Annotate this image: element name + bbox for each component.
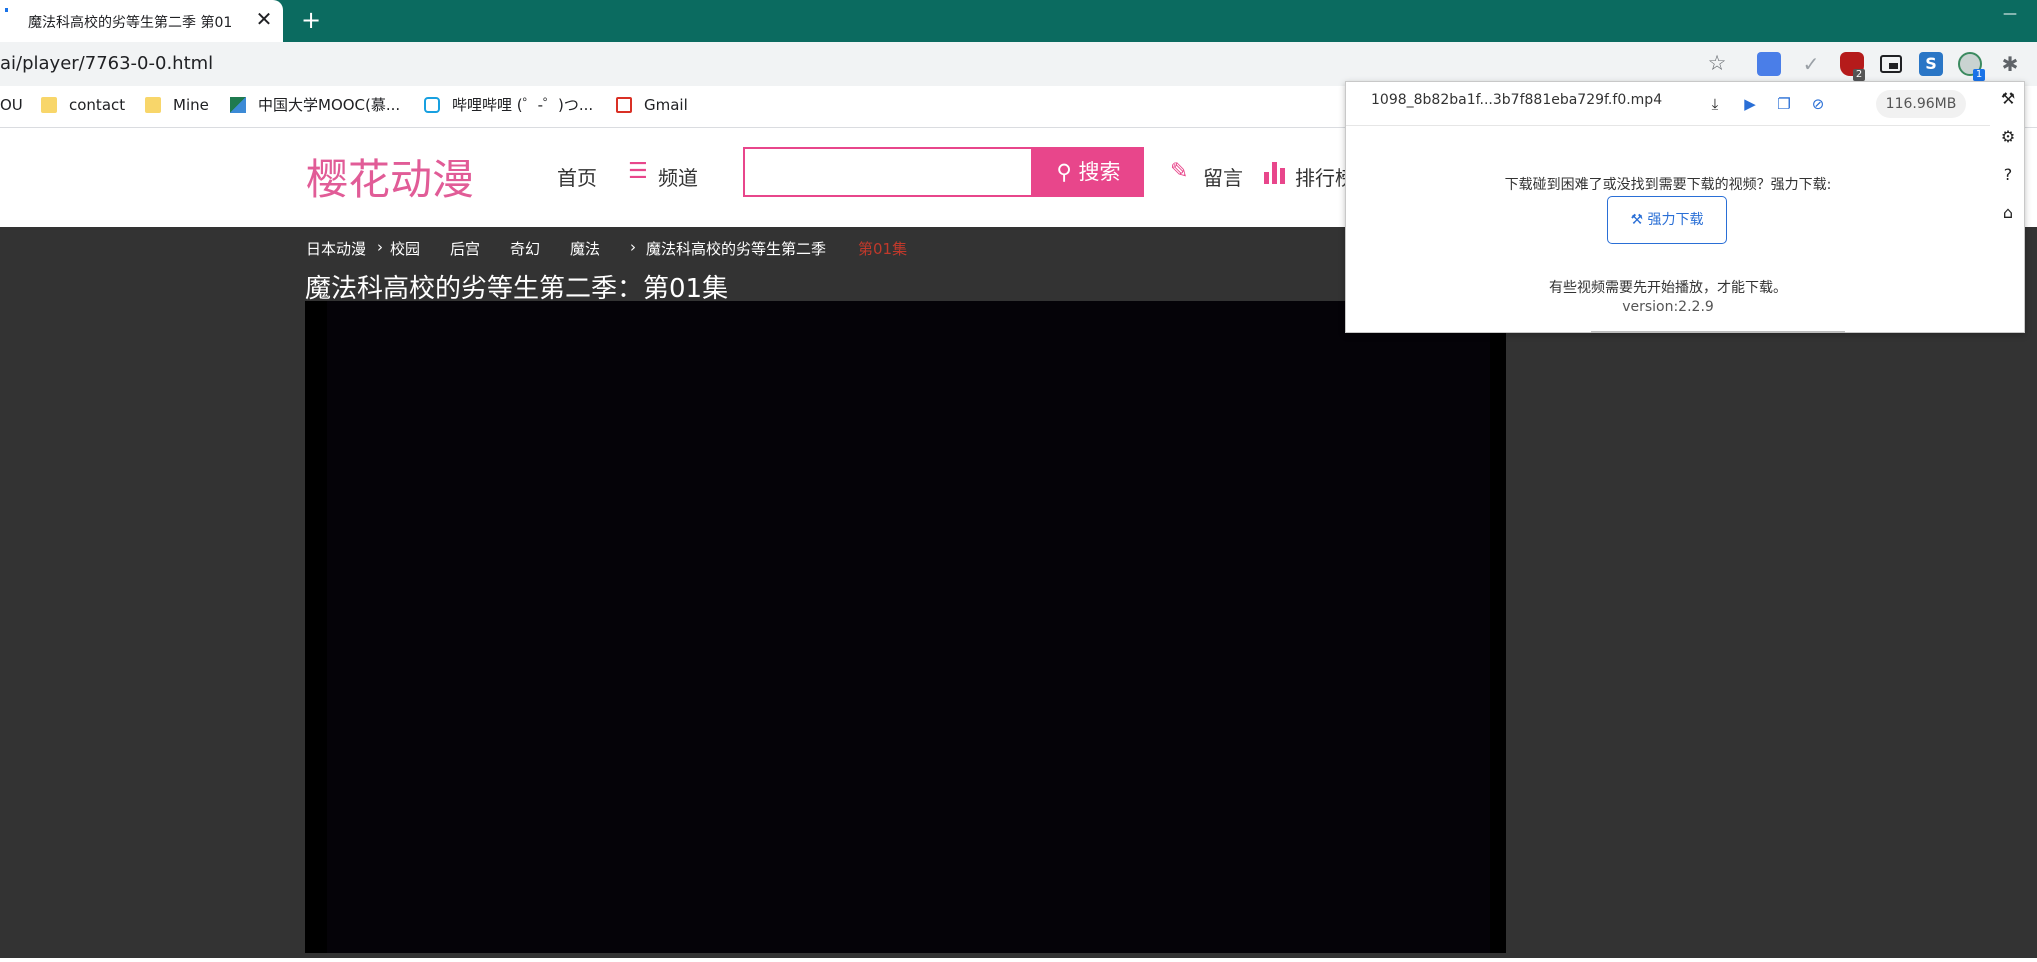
extensions-puzzle-icon[interactable]: ✱ bbox=[1998, 52, 2022, 76]
nav-home[interactable]: 首页 bbox=[557, 162, 597, 191]
search-icon: ⚲ bbox=[1056, 160, 1072, 184]
tab-close-icon[interactable]: ✕ bbox=[254, 7, 274, 31]
block-icon[interactable]: ⊘ bbox=[1809, 95, 1827, 113]
gmail-icon bbox=[616, 97, 632, 113]
breadcrumb-item[interactable]: 魔法科高校的劣等生第二季 bbox=[646, 238, 826, 259]
episode-title: 魔法科高校的劣等生第二季：第01集 bbox=[305, 274, 729, 304]
version-label: version:2.2.9 bbox=[1622, 299, 1714, 315]
home-icon[interactable]: ⌂ bbox=[1998, 203, 2018, 223]
breadcrumb-item[interactable]: 奇幻 bbox=[510, 238, 540, 259]
bookmark-star-icon[interactable]: ☆ bbox=[1706, 52, 1728, 74]
video-canvas[interactable] bbox=[327, 301, 1490, 953]
url-text[interactable]: ai/player/7763-0-0.html bbox=[0, 53, 213, 74]
tab-favicon-icon bbox=[5, 8, 8, 12]
bilibili-icon bbox=[424, 97, 440, 113]
search-input[interactable] bbox=[743, 147, 1033, 197]
breadcrumb-separator-icon: › bbox=[630, 238, 636, 256]
new-tab-button[interactable]: + bbox=[300, 7, 322, 33]
help-icon[interactable]: ? bbox=[1998, 165, 2018, 185]
play-first-note: 有些视频需要先开始播放，才能下载。 bbox=[1549, 280, 1787, 296]
force-download-button[interactable]: ⚒ 强力下载 bbox=[1607, 196, 1727, 244]
ublock-badge: 2 bbox=[1853, 69, 1865, 81]
s-extension-icon[interactable]: S bbox=[1919, 52, 1943, 76]
force-download-label: 强力下载 bbox=[1647, 212, 1704, 228]
check-extension-icon[interactable]: ✓ bbox=[1799, 52, 1823, 76]
bookmark-ou[interactable]: OU bbox=[0, 96, 23, 114]
breadcrumb-item[interactable]: 校园 bbox=[390, 238, 420, 259]
popup-divider bbox=[1591, 331, 1845, 333]
bar-chart-icon[interactable] bbox=[1263, 160, 1287, 184]
nav-ranking[interactable]: 排行榜 bbox=[1295, 162, 1345, 191]
help-text: 下载碰到困难了或没找到需要下载的视频？强力下载: bbox=[1504, 177, 1832, 193]
window-minimize-button[interactable]: — bbox=[2003, 6, 2019, 26]
breadcrumb-current: 第01集 bbox=[858, 240, 908, 258]
nav-message[interactable]: 留言 bbox=[1203, 162, 1243, 191]
video-filename: 1098_8b82ba1f...3b7f881eba729f.f0.mp4 bbox=[1371, 92, 1663, 108]
bookmark-mooc[interactable]: 中国大学MOOC(慕... bbox=[230, 96, 400, 114]
popup-side-toolbar: ⚒ ⚙ ? ⌂ bbox=[1990, 82, 2025, 332]
translate-extension-icon[interactable] bbox=[1757, 52, 1781, 76]
video-item-row: 1098_8b82ba1f...3b7f881eba729f.f0.mp4 ⤓ … bbox=[1346, 82, 1990, 126]
address-bar bbox=[0, 42, 2037, 86]
copy-icon[interactable]: ❐ bbox=[1775, 95, 1793, 113]
breadcrumb-item[interactable]: 日本动漫 bbox=[306, 238, 366, 259]
picture-in-picture-icon[interactable] bbox=[1880, 55, 1902, 73]
play-icon[interactable]: ▶ bbox=[1741, 95, 1759, 113]
download-icon[interactable]: ⤓ bbox=[1706, 95, 1724, 113]
downloader-badge: 1 bbox=[1973, 69, 1985, 81]
page-bottom-strip bbox=[0, 958, 2037, 962]
site-logo[interactable]: 樱花动漫 bbox=[306, 146, 474, 207]
search-button[interactable]: ⚲ 搜索 bbox=[1033, 147, 1144, 197]
mooc-icon bbox=[230, 97, 246, 113]
folder-icon bbox=[145, 97, 161, 113]
search-button-label: 搜索 bbox=[1078, 160, 1121, 184]
video-player[interactable] bbox=[305, 301, 1506, 953]
bookmark-bilibili[interactable]: 哔哩哔哩 (゜-゜)つ... bbox=[424, 96, 593, 114]
gear-icon[interactable]: ⚙ bbox=[1998, 127, 2018, 147]
hammer-icon: ⚒ bbox=[1630, 212, 1644, 228]
file-size-badge: 116.96MB bbox=[1876, 90, 1966, 118]
bookmark-mine[interactable]: Mine bbox=[145, 96, 209, 114]
nav-channel[interactable]: 频道 bbox=[658, 162, 698, 191]
pencil-icon[interactable]: ✎ bbox=[1170, 160, 1194, 184]
bookmark-contact[interactable]: contact bbox=[41, 96, 125, 114]
breadcrumb-item[interactable]: 后宫 bbox=[450, 238, 480, 259]
breadcrumb-item[interactable]: 魔法 bbox=[570, 238, 600, 259]
browser-tab[interactable]: 魔法科高校的劣等生第二季 第01 ✕ bbox=[0, 0, 283, 42]
downloader-popup: 1098_8b82ba1f...3b7f881eba729f.f0.mp4 ⤓ … bbox=[1345, 81, 2025, 333]
wrench-icon[interactable]: ⚒ bbox=[1998, 89, 2018, 109]
tab-title: 魔法科高校的劣等生第二季 第01 bbox=[28, 15, 233, 31]
folder-icon bbox=[41, 97, 57, 113]
bookmark-gmail[interactable]: Gmail bbox=[616, 96, 688, 114]
breadcrumb-separator-icon: › bbox=[377, 238, 383, 256]
menu-icon[interactable]: ☰ bbox=[628, 161, 648, 183]
